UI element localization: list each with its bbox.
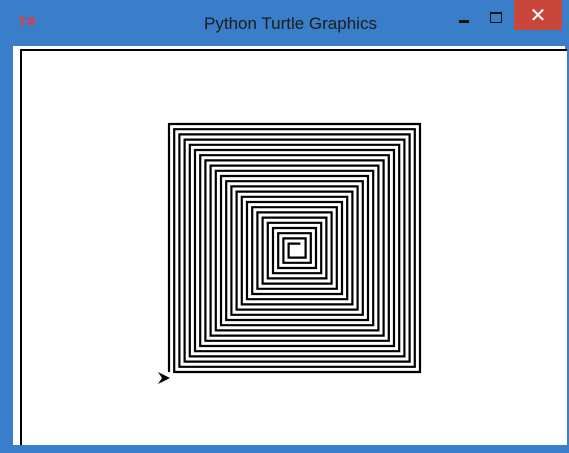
- turtle-window: 7# Python Turtle Graphics ✕: [0, 0, 569, 453]
- minimize-button[interactable]: [452, 0, 476, 32]
- spiral-drawing: [158, 122, 422, 384]
- close-button[interactable]: ✕: [514, 0, 562, 30]
- maximize-button[interactable]: [484, 0, 508, 32]
- title-bar[interactable]: 7# Python Turtle Graphics ✕: [0, 0, 569, 46]
- turtle-canvas[interactable]: [20, 49, 567, 445]
- turtle-cursor-icon: [158, 372, 170, 384]
- close-icon: ✕: [529, 3, 547, 27]
- canvas-area[interactable]: [13, 46, 567, 445]
- spiral-path: [167, 122, 422, 374]
